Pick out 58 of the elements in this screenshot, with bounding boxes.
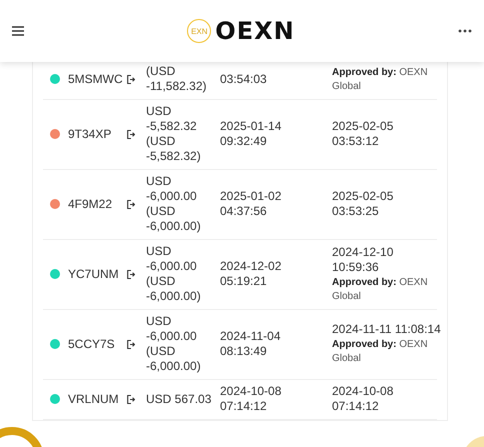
amount-text: -6,000.00 xyxy=(146,189,197,204)
withdraw-icon xyxy=(127,74,135,84)
created-time: 03:54:03 xyxy=(220,72,267,86)
transaction-id: 4F9M22 xyxy=(68,196,112,210)
amount-text: USD xyxy=(146,244,172,259)
amount-text: (USD xyxy=(146,274,176,289)
withdraw-icon xyxy=(127,270,135,278)
amount-text: -6,000.00) xyxy=(146,219,201,234)
created-time: 2024-11-04 xyxy=(220,329,280,344)
amount-text: USD xyxy=(146,174,172,189)
amount-text: -5,582.32 xyxy=(146,119,197,134)
created-time: 07:14:12 xyxy=(220,399,267,414)
approval-text: Approved by: OEXN Global xyxy=(332,276,429,304)
transaction-id: VRLNUM xyxy=(68,392,119,406)
menu-icon[interactable] xyxy=(12,26,24,36)
completed-time: 10:59:36 xyxy=(332,260,379,274)
amount-text: (USD xyxy=(146,344,176,359)
completed-time: 03:53:25 xyxy=(332,204,379,219)
more-icon[interactable] xyxy=(458,29,472,33)
completed-time: 2025-02-05 xyxy=(332,119,394,134)
transaction-id: YC7UNM xyxy=(68,266,119,280)
created-time: 2025-01-02 xyxy=(220,189,282,204)
created-time: 2025-01-14 xyxy=(220,119,282,134)
withdraw-icon xyxy=(127,340,135,348)
completed-time: 2024-10-08 xyxy=(332,384,394,399)
created-time: 04:37:56 xyxy=(220,204,267,219)
amount-text: USD 567.03 xyxy=(146,392,212,406)
approval-text: Approved by: OEXN Global xyxy=(332,66,429,94)
logo-text: OEXN xyxy=(215,17,295,45)
completed-time: 2024-11-11 11:08:14 xyxy=(332,322,441,337)
amount-text: (USD xyxy=(146,204,176,219)
amount-text: -5,582.32) xyxy=(146,149,201,164)
withdraw-icon xyxy=(127,200,135,208)
created-time: 05:19:21 xyxy=(220,274,267,289)
completed-time: 2025-02-05 xyxy=(332,189,394,204)
created-time: 09:32:49 xyxy=(220,134,267,149)
completed-time: 07:14:12 xyxy=(332,399,379,414)
created-time: 2024-12-02 xyxy=(220,259,282,274)
amount-text: USD xyxy=(146,314,172,329)
amount-text: (USD xyxy=(146,64,176,79)
amount-text: -6,000.00) xyxy=(146,359,201,374)
approval-text: Approved by: OEXN Global xyxy=(332,338,429,366)
created-time: 08:13:49 xyxy=(220,344,267,359)
completed-time: 03:53:12 xyxy=(332,134,379,149)
withdraw-icon xyxy=(127,394,135,404)
completed-time: 2024-12-10 xyxy=(332,244,394,260)
amount-text: (USD xyxy=(146,134,176,149)
amount-text: -6,000.00 xyxy=(146,259,197,274)
logo-badge: EXN xyxy=(187,19,212,43)
withdraw-icon xyxy=(127,130,135,138)
created-time: 2024-10-08 xyxy=(220,384,282,399)
transaction-id: 5MSMWC xyxy=(68,72,123,86)
amount-text: -6,000.00 xyxy=(146,329,197,344)
transaction-id: 9T34XP xyxy=(68,126,112,140)
amount-text: -11,582.32) xyxy=(146,79,206,94)
amount-text: -6,000.00) xyxy=(146,289,201,304)
transaction-id: 5CCY7S xyxy=(68,336,115,350)
amount-text: USD xyxy=(146,104,172,119)
